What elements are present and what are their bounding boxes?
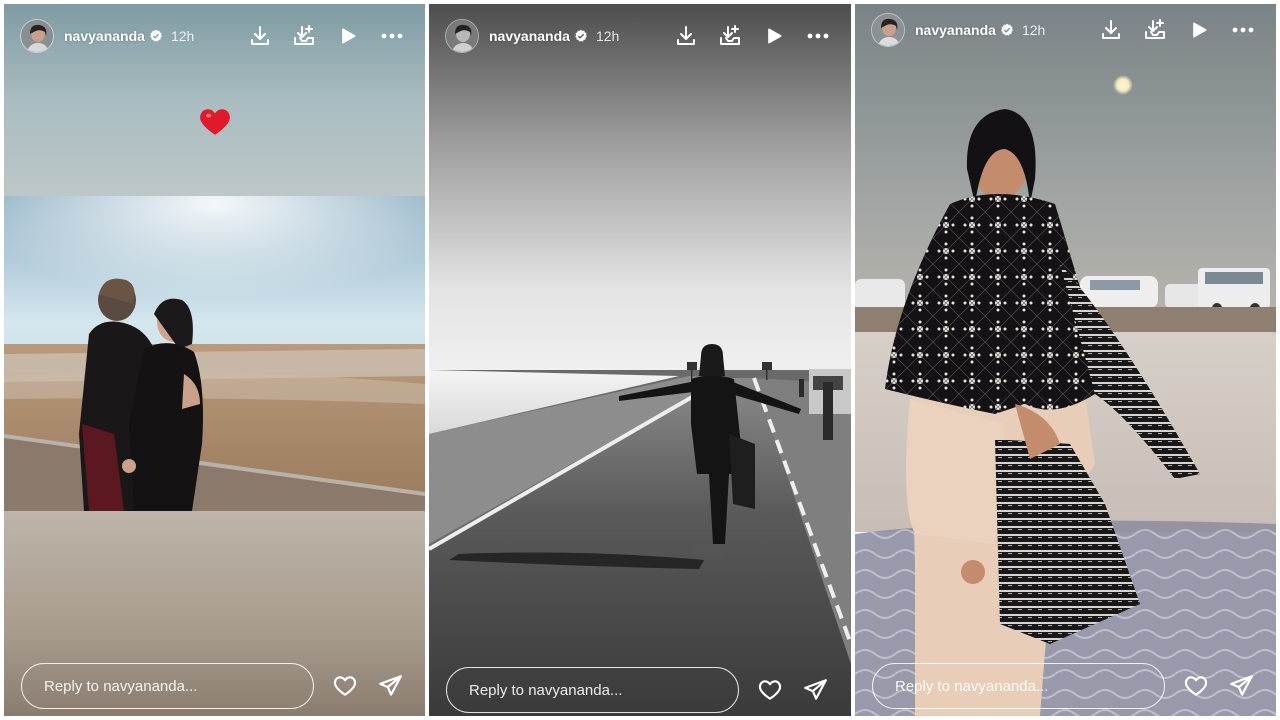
download-icon[interactable] bbox=[673, 23, 699, 49]
story-footer: Reply to navyananda... bbox=[855, 660, 1276, 712]
story-header: navyananda 12h bbox=[855, 4, 1276, 56]
more-icon[interactable] bbox=[805, 23, 831, 49]
username[interactable]: navyananda bbox=[915, 22, 996, 38]
username[interactable]: navyananda bbox=[489, 28, 570, 44]
avatar-image bbox=[446, 20, 478, 52]
avatar[interactable] bbox=[20, 19, 54, 53]
verified-badge-icon bbox=[1001, 23, 1013, 36]
avatar[interactable] bbox=[445, 19, 479, 53]
avatar-image bbox=[872, 14, 904, 46]
reply-placeholder: Reply to navyananda... bbox=[895, 677, 1049, 695]
play-icon[interactable] bbox=[761, 23, 787, 49]
reply-input[interactable]: Reply to navyananda... bbox=[21, 663, 314, 709]
story-photo-road bbox=[429, 4, 851, 716]
story-header: navyananda 12h bbox=[4, 10, 425, 62]
reply-placeholder: Reply to navyananda... bbox=[469, 681, 623, 699]
story-photo-shawl bbox=[855, 4, 1276, 716]
reply-input[interactable]: Reply to navyananda... bbox=[446, 667, 739, 713]
more-icon[interactable] bbox=[1230, 17, 1256, 43]
verified-badge-icon bbox=[150, 29, 162, 42]
avatar-image bbox=[21, 20, 53, 52]
send-icon[interactable] bbox=[376, 672, 404, 700]
more-icon[interactable] bbox=[379, 23, 405, 49]
like-heart-icon[interactable] bbox=[756, 676, 784, 704]
post-time: 12h bbox=[1021, 22, 1046, 38]
avatar[interactable] bbox=[871, 13, 905, 47]
post-time: 12h bbox=[595, 28, 620, 44]
send-icon[interactable] bbox=[801, 676, 829, 704]
like-heart-icon[interactable] bbox=[1182, 672, 1210, 700]
like-heart-icon[interactable] bbox=[331, 672, 359, 700]
add-to-story-icon[interactable] bbox=[717, 23, 743, 49]
send-icon[interactable] bbox=[1227, 672, 1255, 700]
story-footer: Reply to navyananda... bbox=[4, 660, 425, 712]
play-icon[interactable] bbox=[1186, 17, 1212, 43]
story-header: navyananda 12h bbox=[429, 10, 851, 62]
download-icon[interactable] bbox=[247, 23, 273, 49]
story-panel-2[interactable]: navyananda 12h Reply to navyananda... bbox=[429, 4, 851, 716]
heart-sticker-icon bbox=[198, 105, 232, 139]
add-to-story-icon[interactable] bbox=[1142, 17, 1168, 43]
story-footer: Reply to navyananda... bbox=[429, 664, 851, 716]
verified-badge-icon bbox=[575, 29, 587, 42]
reply-placeholder: Reply to navyananda... bbox=[44, 677, 198, 695]
post-time: 12h bbox=[170, 28, 195, 44]
story-panel-3[interactable]: navyananda 12h Reply to navyananda... bbox=[855, 4, 1276, 716]
download-icon[interactable] bbox=[1098, 17, 1124, 43]
story-background bbox=[429, 4, 851, 716]
story-panel-1[interactable]: navyananda 12h Reply to navyananda... bbox=[4, 4, 425, 716]
reply-input[interactable]: Reply to navyananda... bbox=[872, 663, 1165, 709]
add-to-story-icon[interactable] bbox=[291, 23, 317, 49]
play-icon[interactable] bbox=[335, 23, 361, 49]
username[interactable]: navyananda bbox=[64, 28, 145, 44]
story-background bbox=[855, 4, 1276, 716]
